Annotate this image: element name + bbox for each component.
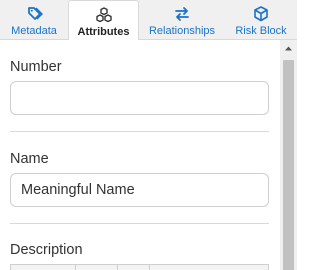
divider [10,131,269,132]
tab-attributes[interactable]: Attributes [68,0,139,41]
description-toolbar [10,264,269,270]
scrollbar-thumb[interactable] [283,60,294,270]
tab-metadata[interactable]: Metadata [0,0,68,40]
tab-risk-block[interactable]: Risk Block [228,0,294,40]
scroll-up-icon[interactable] [284,44,293,53]
cube-icon [254,6,268,22]
cubes-icon [95,7,112,23]
name-input[interactable]: Meaningful Name [10,173,269,207]
divider [10,223,269,224]
tag-icon [28,7,43,20]
description-label: Description [10,242,83,258]
tab-relationships[interactable]: Relationships [143,0,221,40]
tab-risk-block-label: Risk Block [235,25,287,37]
tab-relationships-label: Relationships [148,25,216,37]
tab-metadata-label: Metadata [11,25,57,37]
tab-bar: Metadata Attributes Relationships Risk B… [0,0,297,41]
number-input[interactable] [10,81,269,115]
tab-attributes-label: Attributes [77,26,130,38]
exchange-arrows-icon [175,7,189,21]
name-label: Name [10,151,49,167]
number-label: Number [10,59,62,75]
